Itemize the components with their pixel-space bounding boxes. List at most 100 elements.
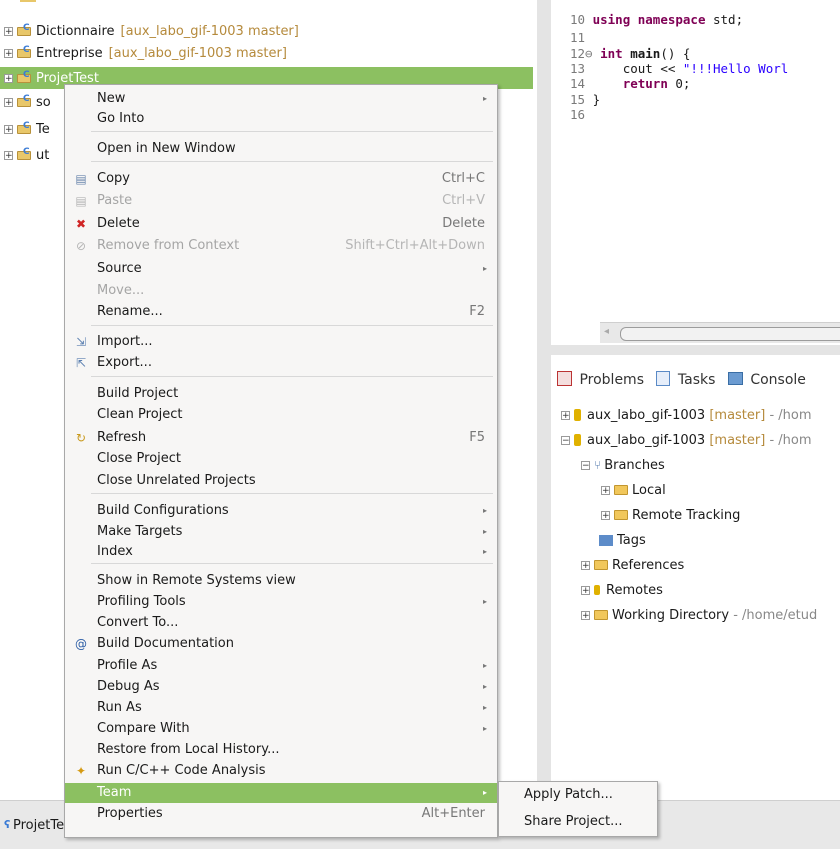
menu-item-new[interactable]: New ▸ (65, 89, 497, 109)
menu-item-profiling-tools[interactable]: Profiling Tools ▸ (65, 592, 497, 612)
line-number: 15 (570, 92, 586, 107)
menu-item-import[interactable]: ⇲ Import... (65, 332, 497, 352)
menu-item-close-project[interactable]: Close Project (65, 449, 497, 469)
expand-icon[interactable]: + (581, 560, 590, 570)
repo-path: - /hom (769, 432, 812, 448)
working-dir-path: - /home/etud (733, 607, 818, 623)
menu-item-clean-project[interactable]: Clean Project (65, 405, 497, 425)
tree-row-dictionnaire[interactable]: + C Dictionnaire [aux_labo_gif-1003 mast… (0, 20, 299, 42)
menu-item-close-unrelated-projects[interactable]: Close Unrelated Projects (65, 471, 497, 491)
expand-icon[interactable]: + (4, 73, 13, 83)
git-repo-row-1[interactable]: + aux_labo_gif-1003 [master] - /hom (561, 405, 812, 425)
expand-icon[interactable]: + (601, 510, 610, 520)
menu-item-index[interactable]: Index ▸ (65, 542, 497, 562)
menu-item-label: Move... (97, 283, 145, 298)
menu-item-compare-with[interactable]: Compare With ▸ (65, 719, 497, 739)
menu-item-label: Source (97, 261, 142, 276)
menu-item-remove-from-context[interactable]: ⊘ Remove from Context Shift+Ctrl+Alt+Down (65, 236, 497, 256)
tab-console[interactable]: Console (750, 372, 806, 388)
menu-item-paste[interactable]: ▤ Paste Ctrl+V (65, 191, 497, 211)
code-token: using namespace (592, 12, 706, 27)
tree-row-ut[interactable]: + C ut (0, 144, 49, 166)
menu-item-label: Build Configurations (97, 503, 229, 518)
menu-item-source[interactable]: Source ▸ (65, 259, 497, 279)
expand-icon[interactable]: + (561, 410, 570, 420)
menu-item-go-into[interactable]: Go Into (65, 109, 497, 129)
menu-item-team[interactable]: Team ▸ (65, 783, 497, 803)
submenu-arrow-icon: ▸ (482, 661, 487, 670)
git-branches-row[interactable]: − ⑂ Branches (581, 455, 665, 475)
editor-scrollbar[interactable]: ◂ (600, 322, 840, 343)
menu-item-shortcut: Delete (442, 216, 485, 231)
menu-item-build-project[interactable]: Build Project (65, 384, 497, 404)
git-local-row[interactable]: + Local (601, 480, 666, 500)
menu-item-build-documentation[interactable]: @ Build Documentation (65, 634, 497, 654)
submenu-arrow-icon: ▸ (482, 703, 487, 712)
menu-item-move[interactable]: Move... (65, 281, 497, 301)
menu-item-label: Debug As (97, 679, 160, 694)
submenu-arrow-icon: ▸ (482, 788, 487, 797)
menu-item-build-configurations[interactable]: Build Configurations ▸ (65, 501, 497, 521)
menu-item-label: Index (97, 544, 133, 559)
menu-item-shortcut: Shift+Ctrl+Alt+Down (345, 238, 485, 253)
working-dir-label: Working Directory (612, 607, 730, 623)
menu-separator (91, 563, 493, 564)
expand-icon[interactable]: + (4, 97, 13, 107)
git-repo-row-2[interactable]: − aux_labo_gif-1003 [master] - /hom (561, 430, 812, 450)
expand-icon[interactable]: + (4, 124, 13, 134)
menu-item-show-in-remote-systems-view[interactable]: Show in Remote Systems view (65, 571, 497, 591)
menu-separator (91, 325, 493, 326)
tree-label: so (36, 94, 51, 110)
menu-item-profile-as[interactable]: Profile As ▸ (65, 656, 497, 676)
tree-label: ut (36, 147, 50, 163)
tree-row-so[interactable]: + C so (0, 91, 51, 113)
expand-icon[interactable]: + (601, 485, 610, 495)
menu-item-restore-from-local-history[interactable]: Restore from Local History... (65, 740, 497, 760)
git-references-row[interactable]: + References (581, 555, 684, 575)
menu-separator (91, 376, 493, 377)
line-number: 16 (570, 107, 586, 122)
collapse-icon[interactable]: − (561, 435, 570, 445)
scroll-left-icon[interactable]: ◂ (604, 326, 609, 337)
tree-row-entreprise[interactable]: + C Entreprise [aux_labo_gif-1003 master… (0, 42, 287, 64)
expand-icon[interactable]: + (581, 610, 590, 620)
menu-item-delete[interactable]: ✖ Delete Delete (65, 214, 497, 234)
expand-icon[interactable]: + (4, 48, 13, 58)
menu-item-rename[interactable]: Rename... F2 (65, 302, 497, 322)
share-project-item[interactable]: Share Project... (524, 814, 623, 829)
menu-item-run-as[interactable]: Run As ▸ (65, 698, 497, 718)
remotes-label: Remotes (606, 582, 663, 598)
git-remote-tracking-row[interactable]: + Remote Tracking (601, 505, 740, 525)
panel-separator[interactable] (551, 345, 840, 355)
scroll-thumb[interactable] (620, 327, 840, 341)
expand-icon[interactable]: + (4, 26, 13, 36)
git-remotes-row[interactable]: + Remotes (581, 580, 663, 600)
git-working-dir-row[interactable]: + Working Directory - /home/etud (581, 605, 817, 625)
menu-item-convert-to[interactable]: Convert To... (65, 613, 497, 633)
menu-item-run-c-c-code-analysis[interactable]: ✦ Run C/C++ Code Analysis (65, 761, 497, 781)
tab-tasks[interactable]: Tasks (678, 372, 716, 388)
menu-item-make-targets[interactable]: Make Targets ▸ (65, 522, 497, 542)
menu-item-label: Rename... (97, 304, 163, 319)
menu-item-export[interactable]: ⇱ Export... (65, 353, 497, 373)
apply-patch-item[interactable]: Apply Patch... (524, 787, 613, 802)
expand-icon[interactable]: + (581, 585, 590, 595)
menu-item-refresh[interactable]: ↻ Refresh F5 (65, 428, 497, 448)
bottom-panel: Problems Tasks Console + aux_labo_gif-10… (551, 355, 840, 800)
menu-item-copy[interactable]: ▤ Copy Ctrl+C (65, 169, 497, 189)
menu-item-properties[interactable]: Properties Alt+Enter (65, 804, 497, 824)
menu-item-open-in-new-window[interactable]: Open in New Window (65, 139, 497, 159)
tab-problems[interactable]: Problems (579, 372, 644, 388)
menu-item-debug-as[interactable]: Debug As ▸ (65, 677, 497, 697)
tree-row-te[interactable]: + C Te (0, 118, 50, 140)
repo-branch: [master] (709, 432, 766, 448)
collapse-icon[interactable]: − (581, 460, 590, 470)
expand-icon[interactable]: + (4, 150, 13, 160)
view-separator[interactable] (537, 0, 551, 848)
code-token: return (622, 76, 668, 91)
repository-icon (574, 409, 581, 421)
delete-icon: ✖ (75, 217, 87, 231)
submenu-arrow-icon: ▸ (482, 682, 487, 691)
git-tags-row[interactable]: Tags (599, 530, 646, 550)
repo-branch: [master] (709, 407, 766, 423)
